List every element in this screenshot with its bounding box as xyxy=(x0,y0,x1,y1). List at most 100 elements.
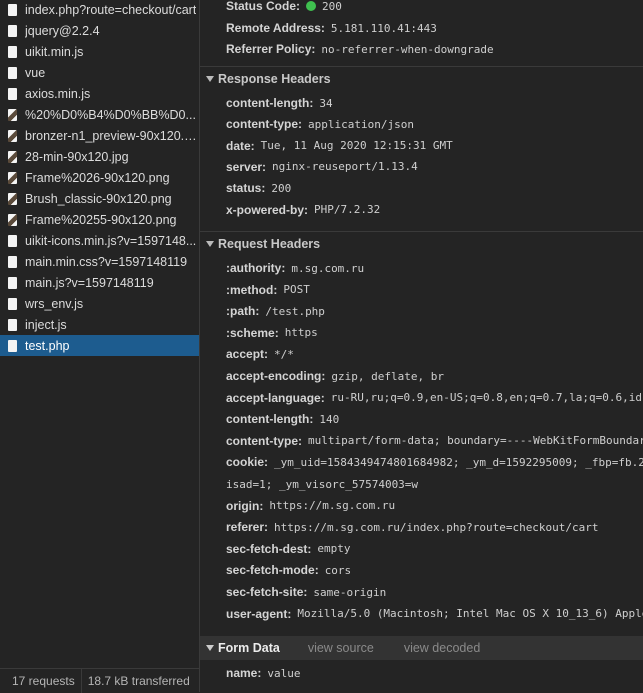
header-key: accept-encoding: xyxy=(226,369,326,383)
request-list-item[interactable]: axios.min.js xyxy=(0,83,199,104)
image-icon xyxy=(8,150,17,163)
request-headers-title: Request Headers xyxy=(218,237,321,251)
view-decoded-link[interactable]: view decoded xyxy=(404,641,480,655)
header-row: :method: POST xyxy=(226,280,310,300)
request-list: index.php?route=checkout/cart jquery@2.2.… xyxy=(0,0,200,692)
header-key: user-agent: xyxy=(226,606,292,621)
request-name: Brush_classic-90x120.png xyxy=(25,191,172,206)
header-value: value xyxy=(267,666,301,680)
header-key: name: xyxy=(226,666,262,680)
header-row: isad=1; _ym_visorc_57574003=w xyxy=(226,474,418,494)
referrer-policy-value: no-referrer-when-downgrade xyxy=(321,42,494,56)
request-list-item[interactable]: wrs_env.js xyxy=(0,293,199,314)
header-value: Tue, 11 Aug 2020 12:15:31 GMT xyxy=(260,139,453,153)
request-list-item[interactable]: index.php?route=checkout/cart xyxy=(0,0,199,20)
header-value: empty xyxy=(317,542,351,556)
header-key: content-type: xyxy=(226,433,302,448)
header-row: origin: https://m.sg.com.ru xyxy=(226,496,395,516)
request-count: 17 requests xyxy=(12,674,75,688)
request-list-item[interactable]: bronzer-n1_preview-90x120.jpg xyxy=(0,125,199,146)
header-value: same-origin xyxy=(313,585,387,599)
header-key: sec-fetch-mode: xyxy=(226,563,319,578)
header-row: status: 200 xyxy=(226,178,291,198)
response-headers-toggle[interactable]: Response Headers xyxy=(200,68,643,90)
request-list-item[interactable]: Frame%2026-90x120.png xyxy=(0,167,199,188)
header-row: sec-fetch-mode: cors xyxy=(226,560,351,580)
headers-panel: Status Code: 200 Remote Address: 5.181.1… xyxy=(200,0,643,692)
request-list-item[interactable]: main.js?v=1597148119 xyxy=(0,272,199,293)
header-value: POST xyxy=(283,283,310,297)
request-list-item[interactable]: jquery@2.2.4 xyxy=(0,20,199,41)
chevron-down-icon[interactable] xyxy=(206,645,214,651)
header-key: :scheme: xyxy=(226,325,279,340)
header-row: content-length: 140 xyxy=(226,409,339,429)
header-row: content-type: multipart/form-data; bounda… xyxy=(226,431,643,451)
header-key: sec-fetch-site: xyxy=(226,585,308,599)
request-name: Frame%2026-90x120.png xyxy=(25,170,170,185)
request-name: bronzer-n1_preview-90x120.jpg xyxy=(25,128,199,143)
response-headers-title: Response Headers xyxy=(218,72,331,86)
network-status-bar: 17 requests 18.7 kB transferred xyxy=(0,668,199,693)
header-row: :path: /test.php xyxy=(226,301,325,321)
header-key: origin: xyxy=(226,498,264,513)
document-icon xyxy=(8,24,17,37)
referrer-policy-row: Referrer Policy: no-referrer-when-downgr… xyxy=(226,39,494,59)
request-name: Frame%20255-90x120.png xyxy=(25,212,177,227)
header-row: :authority: m.sg.com.ru xyxy=(226,258,364,278)
header-row: content-type: application/json xyxy=(226,114,414,134)
view-source-link[interactable]: view source xyxy=(308,641,374,655)
document-icon xyxy=(8,339,17,352)
remote-address-row: Remote Address: 5.181.110.41:443 xyxy=(226,18,437,38)
request-list-item[interactable]: uikit.min.js xyxy=(0,41,199,62)
request-list-item[interactable]: %20%D0%B4%D0%BB%D0... xyxy=(0,104,199,125)
header-row: user-agent: Mozilla/5.0 (Macintosh; Intel… xyxy=(226,604,643,624)
request-list-item[interactable]: uikit-icons.min.js?v=1597148... xyxy=(0,230,199,251)
request-name: wrs_env.js xyxy=(25,296,84,311)
document-icon xyxy=(8,3,17,16)
header-value: Mozilla/5.0 (Macintosh; Intel Mac OS X 1… xyxy=(297,607,643,621)
status-code-value: 200 xyxy=(322,0,342,13)
request-name: %20%D0%B4%D0%BB%D0... xyxy=(25,107,196,122)
request-list-item[interactable]: vue xyxy=(0,62,199,83)
transferred-size: 18.7 kB transferred xyxy=(87,674,190,688)
header-row: x-powered-by: PHP/7.2.32 xyxy=(226,200,380,220)
header-key: accept-language: xyxy=(226,390,325,405)
header-row: cookie: _ym_uid=1584349474801684982; _ym_… xyxy=(226,452,643,472)
header-row: name: value xyxy=(226,663,300,683)
header-value: 200 xyxy=(271,181,292,195)
header-value: */* xyxy=(274,347,294,361)
image-icon xyxy=(8,192,17,205)
image-icon xyxy=(8,129,17,142)
image-icon xyxy=(8,213,17,226)
remote-address-key: Remote Address: xyxy=(226,21,325,35)
document-icon xyxy=(8,66,17,79)
request-list-item[interactable]: Brush_classic-90x120.png xyxy=(0,188,199,209)
request-name: uikit-icons.min.js?v=1597148... xyxy=(25,233,197,248)
request-name: main.min.css?v=1597148119 xyxy=(25,254,188,269)
request-list-item[interactable]: test.php xyxy=(0,335,199,356)
chevron-down-icon xyxy=(206,76,214,82)
status-separator xyxy=(80,669,82,693)
request-list-item[interactable]: main.min.css?v=1597148119 xyxy=(0,251,199,272)
header-key: :authority: xyxy=(226,261,286,275)
header-key: :path: xyxy=(226,304,260,319)
request-name: 28-min-90x120.jpg xyxy=(25,149,129,164)
header-value: ru-RU,ru;q=0.9,en-US;q=0.8,en;q=0.7,la;q… xyxy=(330,391,642,405)
referrer-policy-key: Referrer Policy: xyxy=(226,42,316,56)
header-row: sec-fetch-dest: empty xyxy=(226,539,350,559)
request-list-item[interactable]: inject.js xyxy=(0,314,199,335)
request-name: uikit.min.js xyxy=(25,44,84,59)
header-key: sec-fetch-dest: xyxy=(226,541,312,556)
header-value: 34 xyxy=(319,96,333,110)
header-value: https xyxy=(284,326,318,340)
request-list-item[interactable]: 28-min-90x120.jpg xyxy=(0,146,199,167)
header-row: server: nginx-reuseport/1.13.4 xyxy=(226,157,418,177)
remote-address-value: 5.181.110.41:443 xyxy=(330,21,437,35)
request-headers-toggle[interactable]: Request Headers xyxy=(200,233,643,255)
header-row: content-length: 34 xyxy=(226,93,333,113)
document-icon xyxy=(8,45,17,58)
header-key: cookie: xyxy=(226,455,269,470)
form-data-title[interactable]: Form Data xyxy=(218,641,280,655)
header-value: _ym_uid=1584349474801684982; _ym_d=15922… xyxy=(274,455,643,469)
request-list-item[interactable]: Frame%20255-90x120.png xyxy=(0,209,199,230)
